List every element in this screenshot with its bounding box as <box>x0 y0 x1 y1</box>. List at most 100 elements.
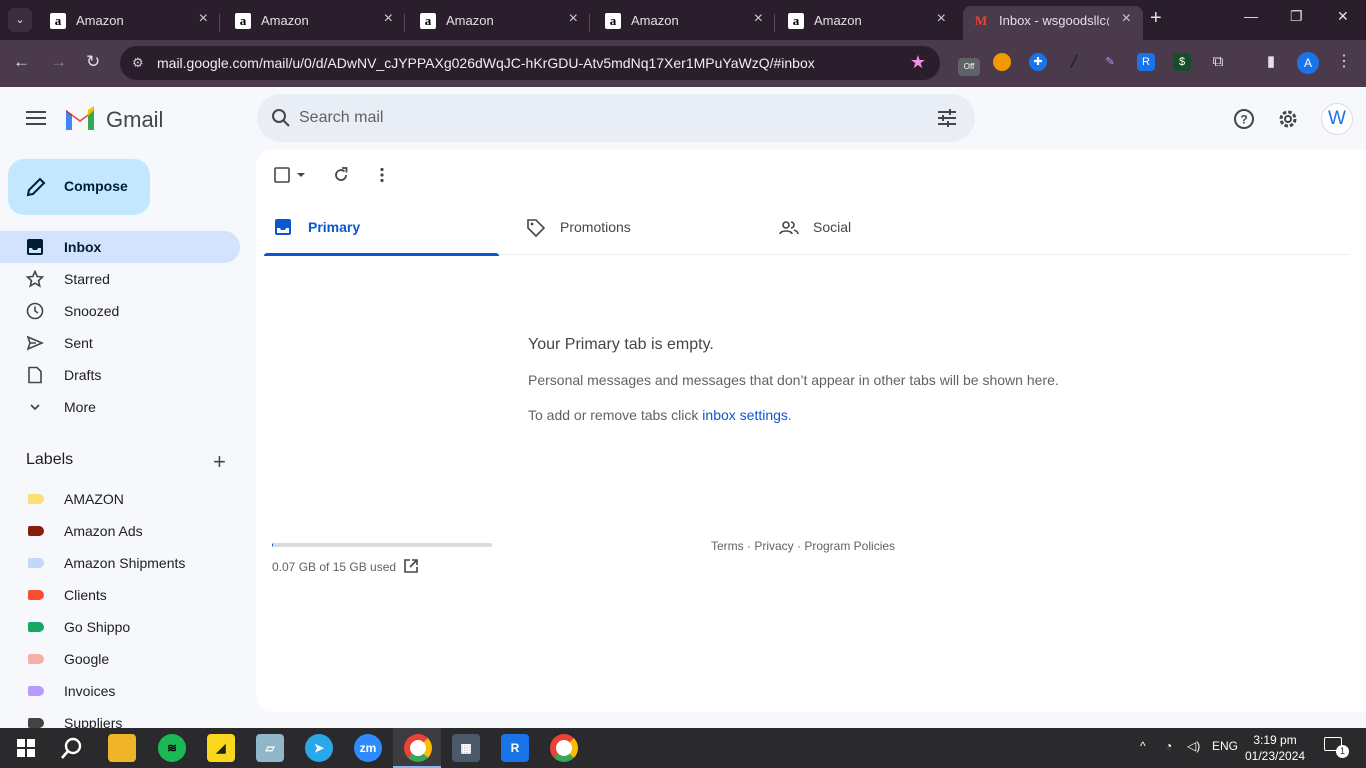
file-explorer-icon[interactable] <box>108 734 136 762</box>
open-external-icon[interactable] <box>403 558 419 574</box>
close-window-button[interactable]: ✕ <box>1337 8 1349 25</box>
wifi-icon[interactable]: ◔ <box>1165 739 1172 753</box>
select-checkbox-icon[interactable] <box>274 167 290 183</box>
language-indicator[interactable]: ENG <box>1212 739 1238 753</box>
tab-promotions[interactable]: Promotions <box>516 205 751 255</box>
restore-button[interactable]: ❐ <box>1290 8 1303 25</box>
footer-links[interactable]: Terms · Privacy · Program Policies <box>711 539 895 553</box>
storage-meter-fill <box>272 543 274 547</box>
label-item[interactable]: Suppliers <box>0 707 240 728</box>
puzzle-extensions-icon[interactable]: ⧉ <box>1209 53 1227 71</box>
browser-tab-active[interactable]: M Inbox - wsgoodsllc@ × <box>963 6 1143 40</box>
nav-item-inbox[interactable]: Inbox <box>0 231 240 263</box>
spotify-icon[interactable]: ≋ <box>158 734 186 762</box>
browser-tab[interactable]: a Amazon × <box>40 6 220 40</box>
windows-start-icon[interactable] <box>12 734 40 762</box>
search-bar[interactable] <box>257 94 975 142</box>
close-tab-icon[interactable]: × <box>199 10 208 28</box>
back-button[interactable]: ← <box>13 52 30 72</box>
label-item[interactable]: AMAZON <box>0 483 240 515</box>
reload-button[interactable]: ↻ <box>86 52 100 72</box>
refresh-icon[interactable] <box>332 166 350 184</box>
site-info-icon[interactable]: ⚙ <box>132 55 144 71</box>
browser-tab[interactable]: a Amazon × <box>595 6 775 40</box>
nav-label: Drafts <box>64 367 102 383</box>
tab-primary[interactable]: Primary <box>264 205 499 256</box>
taskbar-clock[interactable]: 3:19 pm 01/23/2024 <box>1245 732 1305 764</box>
inbox-icon <box>27 239 43 255</box>
inbox-settings-link[interactable]: inbox settings <box>702 407 788 423</box>
close-tab-icon[interactable]: × <box>384 10 393 28</box>
calculator-icon[interactable]: ▦ <box>452 734 480 762</box>
browser-tab[interactable]: a Amazon × <box>778 6 958 40</box>
taskbar-search-icon[interactable] <box>58 734 86 762</box>
extension-icon[interactable]: ✚ <box>1029 53 1047 71</box>
notification-center-icon[interactable]: 1 <box>1324 737 1349 758</box>
close-tab-icon[interactable]: × <box>569 10 578 28</box>
nav-item-more[interactable]: More <box>0 391 240 423</box>
forward-button[interactable]: → <box>50 52 67 72</box>
label-item[interactable]: Clients <box>0 579 240 611</box>
tab-title: Amazon <box>261 13 309 28</box>
r-extension-icon[interactable]: R <box>1137 53 1155 71</box>
side-panel-icon[interactable]: ▮ <box>1262 53 1280 71</box>
settings-gear-icon[interactable] <box>1276 107 1300 131</box>
snipping-tool-icon[interactable]: ▱ <box>256 734 284 762</box>
tab-search-button[interactable]: ⌄ <box>8 8 32 32</box>
browser-tab[interactable]: a Amazon × <box>410 6 590 40</box>
address-bar[interactable]: ⚙ mail.google.com/mail/u/0/d/ADwNV_cJYPP… <box>120 46 940 80</box>
minimize-button[interactable]: — <box>1244 8 1258 24</box>
nav-item-sent[interactable]: Sent <box>0 327 240 359</box>
labels-heading: Labels <box>26 451 74 468</box>
label-item[interactable]: Google <box>0 643 240 675</box>
label-item[interactable]: Go Shippo <box>0 611 240 643</box>
browser-profile-avatar[interactable]: A <box>1297 52 1319 74</box>
close-tab-icon[interactable]: × <box>937 10 946 28</box>
nav-item-snoozed[interactable]: Snoozed <box>0 295 240 327</box>
sticky-notes-icon[interactable]: ◢ <box>207 734 235 762</box>
url-text[interactable]: mail.google.com/mail/u/0/d/ADwNV_cJYPPAX… <box>157 55 815 71</box>
search-input[interactable] <box>299 102 899 134</box>
zoom-icon[interactable]: zm <box>354 734 382 762</box>
close-tab-icon[interactable]: × <box>1122 10 1131 28</box>
tray-overflow-icon[interactable]: ^ <box>1140 739 1146 753</box>
browser-menu-icon[interactable]: ⋮ <box>1336 51 1352 71</box>
storage-usage-text: 0.07 GB of 15 GB used <box>272 560 397 574</box>
gmail-wordmark[interactable]: Gmail <box>106 107 163 133</box>
label-item[interactable]: Invoices <box>0 675 240 707</box>
extension-icon[interactable] <box>993 53 1011 71</box>
telegram-icon[interactable]: ➤ <box>305 734 333 762</box>
search-options-icon[interactable] <box>935 106 959 130</box>
compose-button[interactable]: Compose <box>8 159 150 215</box>
nav-item-drafts[interactable]: Drafts <box>0 359 240 391</box>
chevron-down-icon <box>30 404 40 411</box>
close-tab-icon[interactable]: × <box>754 10 763 28</box>
account-avatar[interactable]: W <box>1321 103 1353 135</box>
extension-icon[interactable]: ╱ <box>1065 53 1083 71</box>
add-label-icon[interactable]: + <box>213 449 226 475</box>
tab-social[interactable]: Social <box>769 205 1004 255</box>
main-menu-icon[interactable] <box>24 107 48 131</box>
label-tag-icon <box>28 622 44 632</box>
extension-off-badge[interactable]: Off <box>958 58 980 76</box>
new-tab-button[interactable]: + <box>1150 7 1162 30</box>
extension-icon[interactable]: $ <box>1173 53 1191 71</box>
label-item[interactable]: Amazon Shipments <box>0 547 240 579</box>
chrome-icon[interactable] <box>550 734 578 762</box>
label-item[interactable]: Amazon Ads <box>0 515 240 547</box>
nav-item-starred[interactable]: Starred <box>0 263 240 295</box>
bookmark-star-icon[interactable]: ★ <box>910 52 926 73</box>
help-icon[interactable]: ? <box>1232 107 1256 131</box>
select-dropdown-icon[interactable] <box>296 171 306 179</box>
label-tag-icon <box>28 718 44 728</box>
gmail-logo-icon[interactable] <box>64 106 96 130</box>
r-app-icon[interactable]: R <box>501 734 529 762</box>
feather-extension-icon[interactable]: ✎ <box>1101 53 1119 71</box>
more-options-icon[interactable] <box>373 166 391 184</box>
send-icon <box>26 335 44 351</box>
volume-icon[interactable]: ◁) <box>1187 739 1200 753</box>
browser-tab[interactable]: a Amazon × <box>225 6 405 40</box>
chrome-icon[interactable] <box>404 734 432 762</box>
search-icon[interactable] <box>269 106 293 130</box>
tab-separator <box>774 14 775 32</box>
